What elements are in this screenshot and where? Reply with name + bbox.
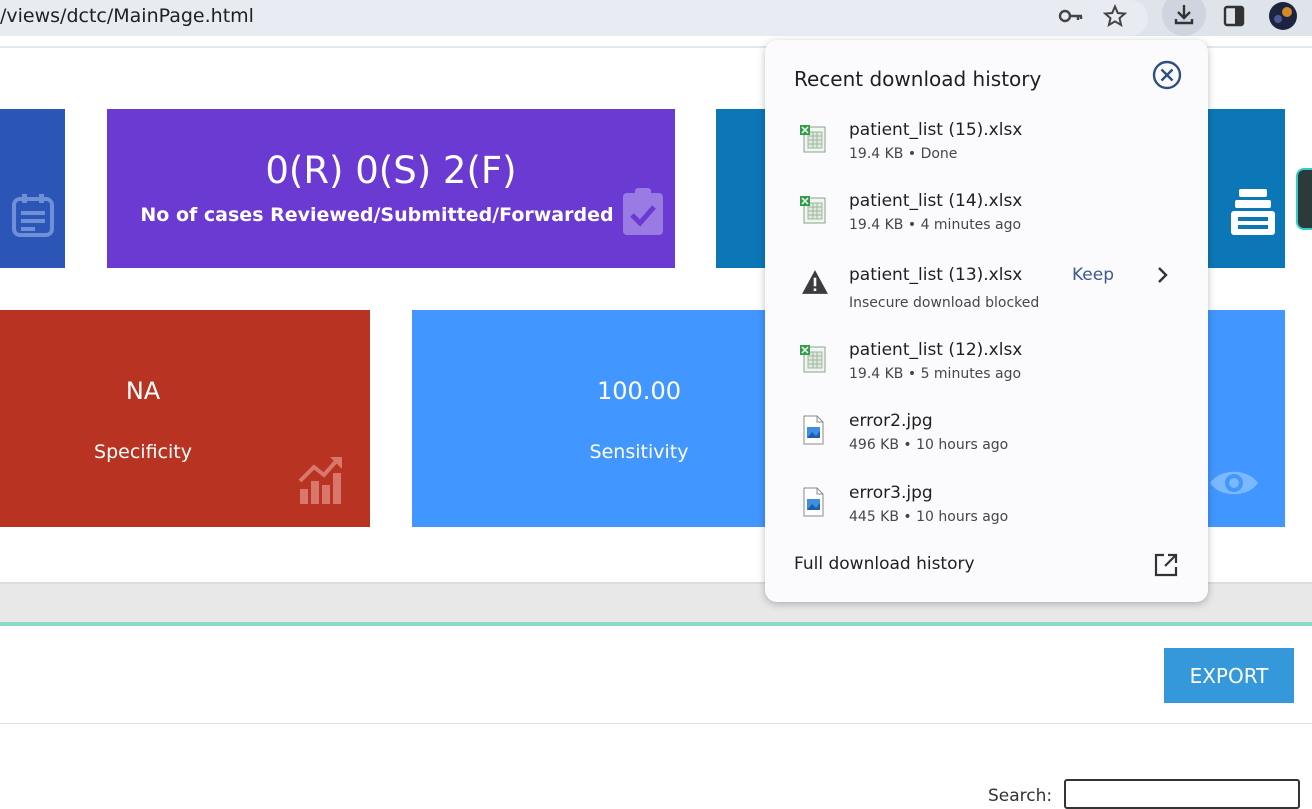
image-file-icon [803,415,824,445]
popup-title: Recent download history [794,67,1042,91]
download-item[interactable]: patient_list (14).xlsx 19.4 KB • 4 minut… [765,191,1208,261]
cases-value: 0(R) 0(S) 2(F) [265,149,517,192]
download-item[interactable]: error3.jpg 445 KB • 10 hours ago [765,483,1208,553]
download-item-blocked[interactable]: patient_list (13).xlsx Insecure download… [765,265,1208,335]
download-icon[interactable] [1162,0,1206,36]
search-input[interactable] [1064,779,1300,809]
export-button[interactable]: EXPORT [1164,648,1294,703]
warning-icon [802,270,828,294]
side-panel-icon[interactable] [1216,0,1252,32]
excel-file-icon [800,125,826,153]
download-meta: 19.4 KB • 5 minutes ago [849,366,1022,382]
download-filename: patient_list (14).xlsx [849,191,1023,211]
download-filename: error2.jpg [849,411,933,431]
stat-card-specificity: NA Specificity [0,310,370,527]
cases-label: No of cases Reviewed/Submitted/Forwarded [140,204,614,226]
chevron-right-icon[interactable] [1155,265,1169,285]
specificity-label: Specificity [94,441,192,463]
download-item[interactable]: patient_list (15).xlsx 19.4 KB • Done [765,120,1208,190]
download-meta: 445 KB • 10 hours ago [849,509,1009,525]
star-icon[interactable] [1097,0,1133,32]
download-history-popup: Recent download history patient_list (15… [765,40,1208,602]
download-item[interactable]: patient_list (12).xlsx 19.4 KB • 5 minut… [765,340,1208,410]
download-filename: patient_list (13).xlsx [849,265,1023,285]
side-tab-handle[interactable] [1296,168,1312,230]
image-file-icon [803,487,824,517]
clipboard-check-icon [623,188,663,235]
search-label: Search: [988,786,1053,806]
download-filename: patient_list (15).xlsx [849,120,1023,140]
download-meta: 19.4 KB • Done [849,146,958,162]
keep-button[interactable]: Keep [1072,265,1114,285]
profile-avatar[interactable] [1265,0,1301,32]
inbox-stack-icon [1231,189,1275,235]
stat-card-partial-left [0,109,65,268]
url-text[interactable]: /views/dctc/MainPage.html [0,5,254,27]
section-accent-line [0,622,1312,626]
download-meta: Insecure download blocked [849,295,1040,311]
excel-file-icon [800,345,826,373]
download-meta: 496 KB • 10 hours ago [849,437,1009,453]
chart-up-icon [298,457,342,504]
address-bar[interactable]: /views/dctc/MainPage.html [0,0,1148,36]
download-meta: 19.4 KB • 4 minutes ago [849,217,1022,233]
eye-icon [1210,471,1258,495]
divider [0,723,1312,724]
specificity-value: NA [125,377,161,405]
key-icon[interactable] [1053,0,1089,32]
download-item[interactable]: error2.jpg 496 KB • 10 hours ago [765,411,1208,481]
download-filename: error3.jpg [849,483,933,503]
close-icon[interactable] [1151,59,1183,91]
calendar-icon [12,194,54,237]
open-external-icon[interactable] [1153,552,1179,578]
browser-toolbar: /views/dctc/MainPage.html [0,0,1312,36]
download-filename: patient_list (12).xlsx [849,340,1023,360]
excel-file-icon [800,196,826,224]
full-download-history-link[interactable]: Full download history [794,554,975,574]
stat-card-cases: 0(R) 0(S) 2(F) No of cases Reviewed/Subm… [107,109,675,268]
